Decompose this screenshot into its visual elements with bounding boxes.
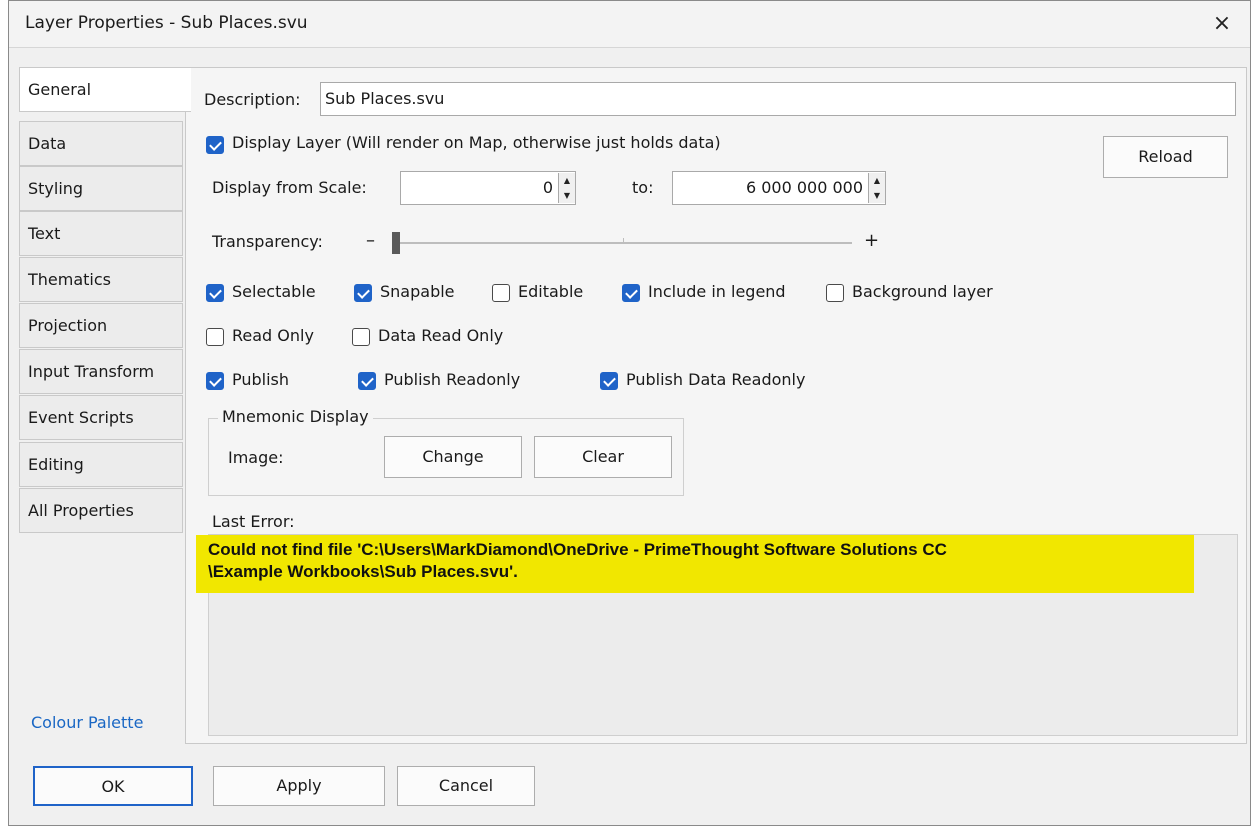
spin-down-icon[interactable]: ▼ (559, 188, 575, 203)
include-in-legend-label: Include in legend (648, 282, 786, 301)
display-layer-label: Display Layer (Will render on Map, other… (232, 133, 721, 152)
cancel-button[interactable]: Cancel (397, 766, 535, 806)
tab-data[interactable]: Data (19, 121, 183, 166)
spin-up-icon[interactable]: ▲ (869, 173, 885, 188)
to-label: to: (632, 178, 654, 197)
scale-to-spinner[interactable]: ▲ ▼ (868, 173, 885, 203)
scale-from-spinner[interactable]: ▲ ▼ (558, 173, 575, 203)
tab-thematics[interactable]: Thematics (19, 257, 183, 302)
last-error-label: Last Error: (212, 512, 295, 531)
read-only-label: Read Only (232, 326, 314, 345)
mnemonic-display-title: Mnemonic Display (218, 407, 373, 426)
selectable-label: Selectable (232, 282, 316, 301)
editable-label: Editable (518, 282, 584, 301)
transparency-minus-icon[interactable]: – (366, 230, 375, 251)
selectable-checkbox[interactable] (206, 284, 224, 302)
title-bar: Layer Properties - Sub Places.svu × (9, 1, 1250, 48)
data-read-only-label: Data Read Only (378, 326, 504, 345)
tab-all-properties[interactable]: All Properties (19, 488, 183, 533)
last-error-message: Could not find file 'C:\Users\MarkDiamon… (196, 535, 1194, 593)
description-field[interactable]: Sub Places.svu (320, 82, 1236, 116)
background-layer-label: Background layer (852, 282, 993, 301)
transparency-slider-track[interactable] (392, 242, 852, 244)
clear-button[interactable]: Clear (534, 436, 672, 478)
read-only-checkbox[interactable] (206, 328, 224, 346)
publish-data-readonly-checkbox[interactable] (600, 372, 618, 390)
ok-button[interactable]: OK (33, 766, 193, 806)
display-from-scale-label: Display from Scale: (212, 178, 367, 197)
publish-readonly-checkbox[interactable] (358, 372, 376, 390)
snapable-label: Snapable (380, 282, 455, 301)
publish-data-readonly-label: Publish Data Readonly (626, 370, 806, 389)
scale-from-input[interactable]: 0 (400, 171, 576, 205)
description-label: Description: (204, 90, 301, 109)
display-layer-checkbox[interactable] (206, 136, 224, 154)
tab-input-transform[interactable]: Input Transform (19, 349, 183, 394)
change-button[interactable]: Change (384, 436, 522, 478)
publish-label: Publish (232, 370, 290, 389)
publish-readonly-label: Publish Readonly (384, 370, 521, 389)
tab-styling[interactable]: Styling (19, 166, 183, 211)
close-icon[interactable]: × (1202, 5, 1242, 43)
tab-editing[interactable]: Editing (19, 442, 183, 487)
editable-checkbox[interactable] (492, 284, 510, 302)
transparency-label: Transparency: (212, 232, 323, 251)
tab-event-scripts[interactable]: Event Scripts (19, 395, 183, 440)
colour-palette-link[interactable]: Colour Palette (31, 713, 143, 732)
spin-down-icon[interactable]: ▼ (869, 188, 885, 203)
transparency-plus-icon[interactable]: + (864, 230, 879, 251)
tab-text[interactable]: Text (19, 211, 183, 256)
last-error-line-2: \Example Workbooks\Sub Places.svu'. (208, 562, 518, 581)
scale-to-input[interactable]: 6 000 000 000 (672, 171, 886, 205)
include-in-legend-checkbox[interactable] (622, 284, 640, 302)
slider-tick (623, 238, 624, 244)
spin-up-icon[interactable]: ▲ (559, 173, 575, 188)
snapable-checkbox[interactable] (354, 284, 372, 302)
background-layer-checkbox[interactable] (826, 284, 844, 302)
image-label: Image: (228, 448, 284, 467)
tab-general[interactable]: General (19, 67, 191, 112)
last-error-line-1: Could not find file 'C:\Users\MarkDiamon… (208, 540, 947, 559)
layer-properties-dialog: Layer Properties - Sub Places.svu × Gene… (8, 0, 1251, 826)
reload-button[interactable]: Reload (1103, 136, 1228, 178)
transparency-slider-thumb[interactable] (392, 232, 400, 254)
tab-projection[interactable]: Projection (19, 303, 183, 348)
publish-checkbox[interactable] (206, 372, 224, 390)
apply-button[interactable]: Apply (213, 766, 385, 806)
window-title: Layer Properties - Sub Places.svu (25, 13, 308, 33)
general-panel: Description: Sub Places.svu Display Laye… (185, 67, 1247, 744)
data-read-only-checkbox[interactable] (352, 328, 370, 346)
